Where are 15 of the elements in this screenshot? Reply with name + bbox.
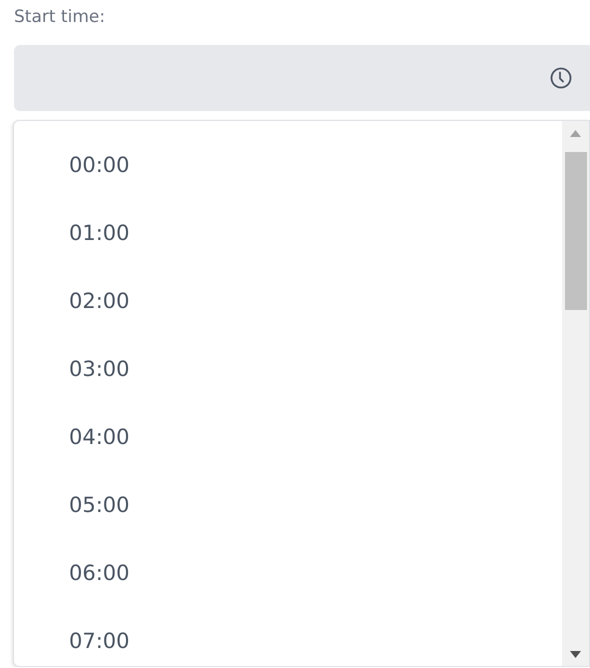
time-option[interactable]: 02:00 bbox=[69, 289, 130, 313]
time-option[interactable]: 01:00 bbox=[69, 221, 130, 245]
scroll-thumb[interactable] bbox=[565, 152, 587, 310]
field-label: Start time: bbox=[14, 6, 106, 28]
time-option[interactable]: 05:00 bbox=[69, 493, 130, 517]
time-option[interactable]: 06:00 bbox=[69, 561, 130, 585]
scroll-down-icon[interactable] bbox=[570, 651, 581, 658]
scrollbar[interactable] bbox=[562, 121, 589, 666]
time-option[interactable]: 07:00 bbox=[69, 629, 130, 653]
time-option[interactable]: 04:00 bbox=[69, 425, 130, 449]
time-input-field[interactable] bbox=[14, 45, 590, 111]
clock-icon[interactable] bbox=[550, 67, 572, 89]
scroll-up-icon[interactable] bbox=[570, 130, 581, 137]
time-option[interactable]: 03:00 bbox=[69, 357, 130, 381]
time-option[interactable]: 00:00 bbox=[69, 153, 130, 177]
